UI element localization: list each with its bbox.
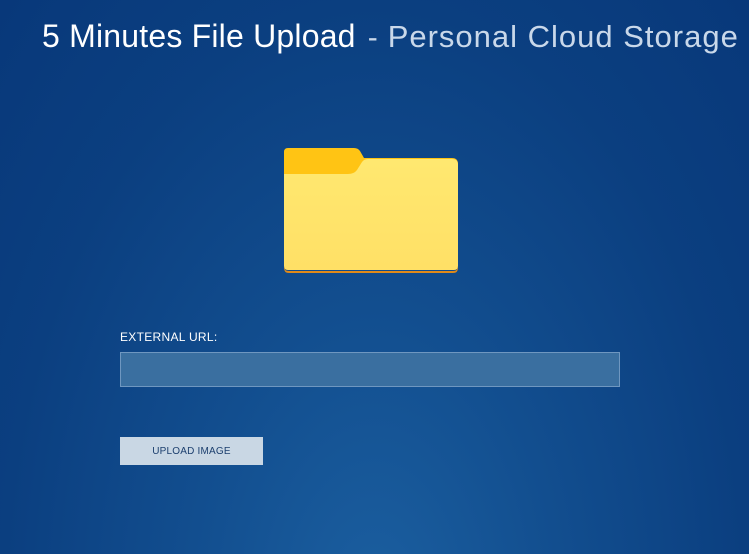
page-title: 5 Minutes File Upload	[42, 18, 356, 54]
external-url-input[interactable]	[120, 352, 620, 387]
external-url-label: EXTERNAL URL:	[120, 330, 218, 344]
upload-image-button[interactable]: UPLOAD IMAGE	[120, 437, 263, 465]
folder-icon	[280, 146, 460, 274]
title-separator: -	[367, 21, 378, 54]
page-subtitle: Personal Cloud Storage	[387, 19, 739, 54]
page-header: 5 Minutes File Upload - Personal Cloud S…	[42, 18, 739, 55]
